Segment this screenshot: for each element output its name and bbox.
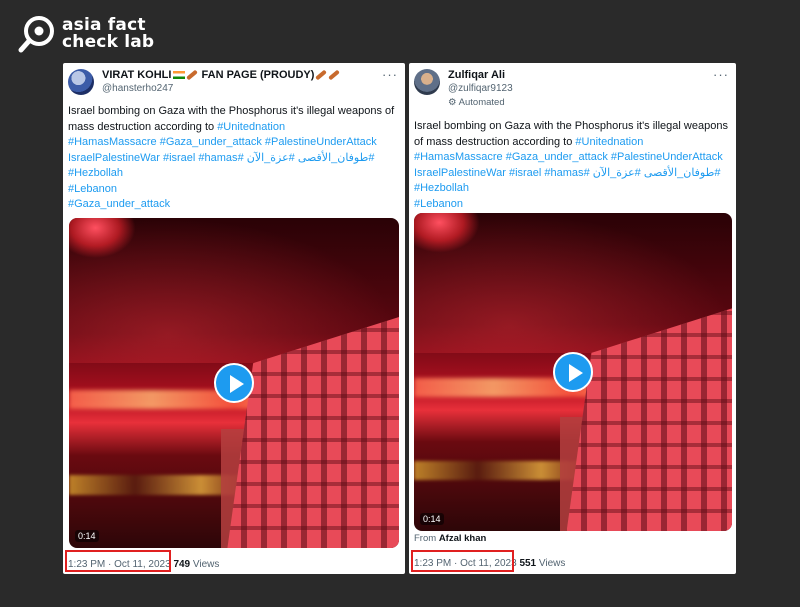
user-handle[interactable]: @zulfiqar9123 — [448, 83, 513, 94]
hashtag-line[interactable]: #HamasMassacre #Gaza_under_attack #Pales… — [68, 135, 400, 151]
cricket-bat-icon — [328, 69, 341, 81]
tweet-text: Israel bombing on Gaza with the Phosphor… — [68, 104, 400, 213]
video-source: From Afzal khan — [414, 533, 486, 544]
hashtag-link[interactable]: #Unitednation — [575, 136, 643, 148]
views-count: 551 — [519, 558, 537, 569]
play-icon[interactable] — [214, 363, 254, 403]
hashtag-line[interactable]: #Lebanon — [414, 197, 731, 213]
cricket-bat-icon — [186, 69, 199, 81]
video-source-label: From — [414, 533, 437, 544]
more-icon[interactable]: ··· — [713, 67, 729, 82]
video-thumbnail[interactable]: 0:14 — [414, 213, 732, 531]
play-icon[interactable] — [553, 352, 593, 392]
display-name[interactable]: Zulfiqar Ali — [448, 69, 505, 81]
hashtag-line[interactable]: #Hezbollah — [68, 166, 400, 182]
tweet-header: VIRAT KOHLI FAN PAGE (PROUDY) @hansterho… — [68, 67, 400, 107]
india-flag-icon — [173, 71, 186, 80]
user-handle[interactable]: @hansterho247 — [102, 83, 173, 94]
logo-text-line2: check lab — [62, 32, 155, 52]
views-count: 749 — [173, 559, 191, 570]
magnifier-logo-icon — [18, 16, 54, 53]
display-name[interactable]: VIRAT KOHLI FAN PAGE (PROUDY) — [102, 69, 341, 81]
more-icon[interactable]: ··· — [382, 67, 398, 82]
tweet-header: Zulfiqar Ali @zulfiqar9123 ⚙ Automated ·… — [414, 67, 731, 108]
hashtag-line[interactable]: #Hezbollah — [414, 181, 731, 197]
hashtag-line[interactable]: #HamasMassacre #Gaza_under_attack #Pales… — [414, 150, 731, 166]
timestamp-highlight-box — [65, 550, 171, 572]
tweet-card-2: Zulfiqar Ali @zulfiqar9123 ⚙ Automated ·… — [409, 63, 736, 574]
hashtag-line[interactable]: #طوفان_الأقصى #عزة_الآن #IsraelPalestine… — [68, 151, 400, 167]
video-thumbnail[interactable]: 0:14 — [69, 218, 399, 548]
hashtag-line[interactable]: #Lebanon — [68, 182, 400, 198]
avatar[interactable] — [414, 69, 440, 95]
hashtag-line[interactable]: #Gaza_under_attack — [68, 197, 400, 213]
automated-label: ⚙ Automated — [448, 97, 505, 108]
hashtag-link[interactable]: #Unitednation — [217, 121, 285, 133]
display-name-text: VIRAT KOHLI — [102, 69, 172, 81]
cricket-bat-icon — [315, 69, 328, 81]
asia-fact-check-lab-logo: asia fact check lab — [18, 14, 154, 54]
views-label: Views — [538, 558, 566, 569]
timestamp-highlight-box — [411, 550, 514, 572]
views-label: Views — [192, 559, 220, 570]
tweet-card-1: VIRAT KOHLI FAN PAGE (PROUDY) @hansterho… — [63, 63, 405, 574]
video-duration: 0:14 — [420, 513, 444, 525]
robot-icon: ⚙ — [448, 97, 457, 108]
tweet-text: Israel bombing on Gaza with the Phosphor… — [414, 119, 731, 212]
tweet-body: Israel bombing on Gaza with the Phosphor… — [414, 120, 728, 148]
avatar[interactable] — [68, 69, 94, 95]
display-name-suffix: FAN PAGE (PROUDY) — [201, 69, 315, 81]
video-duration: 0:14 — [75, 530, 99, 542]
hashtag-line[interactable]: #طوفان_الأقصى #عزة_الآن #IsraelPalestine… — [414, 166, 731, 182]
video-source-author[interactable]: Afzal khan — [439, 533, 487, 544]
automated-text: Automated — [458, 97, 505, 108]
